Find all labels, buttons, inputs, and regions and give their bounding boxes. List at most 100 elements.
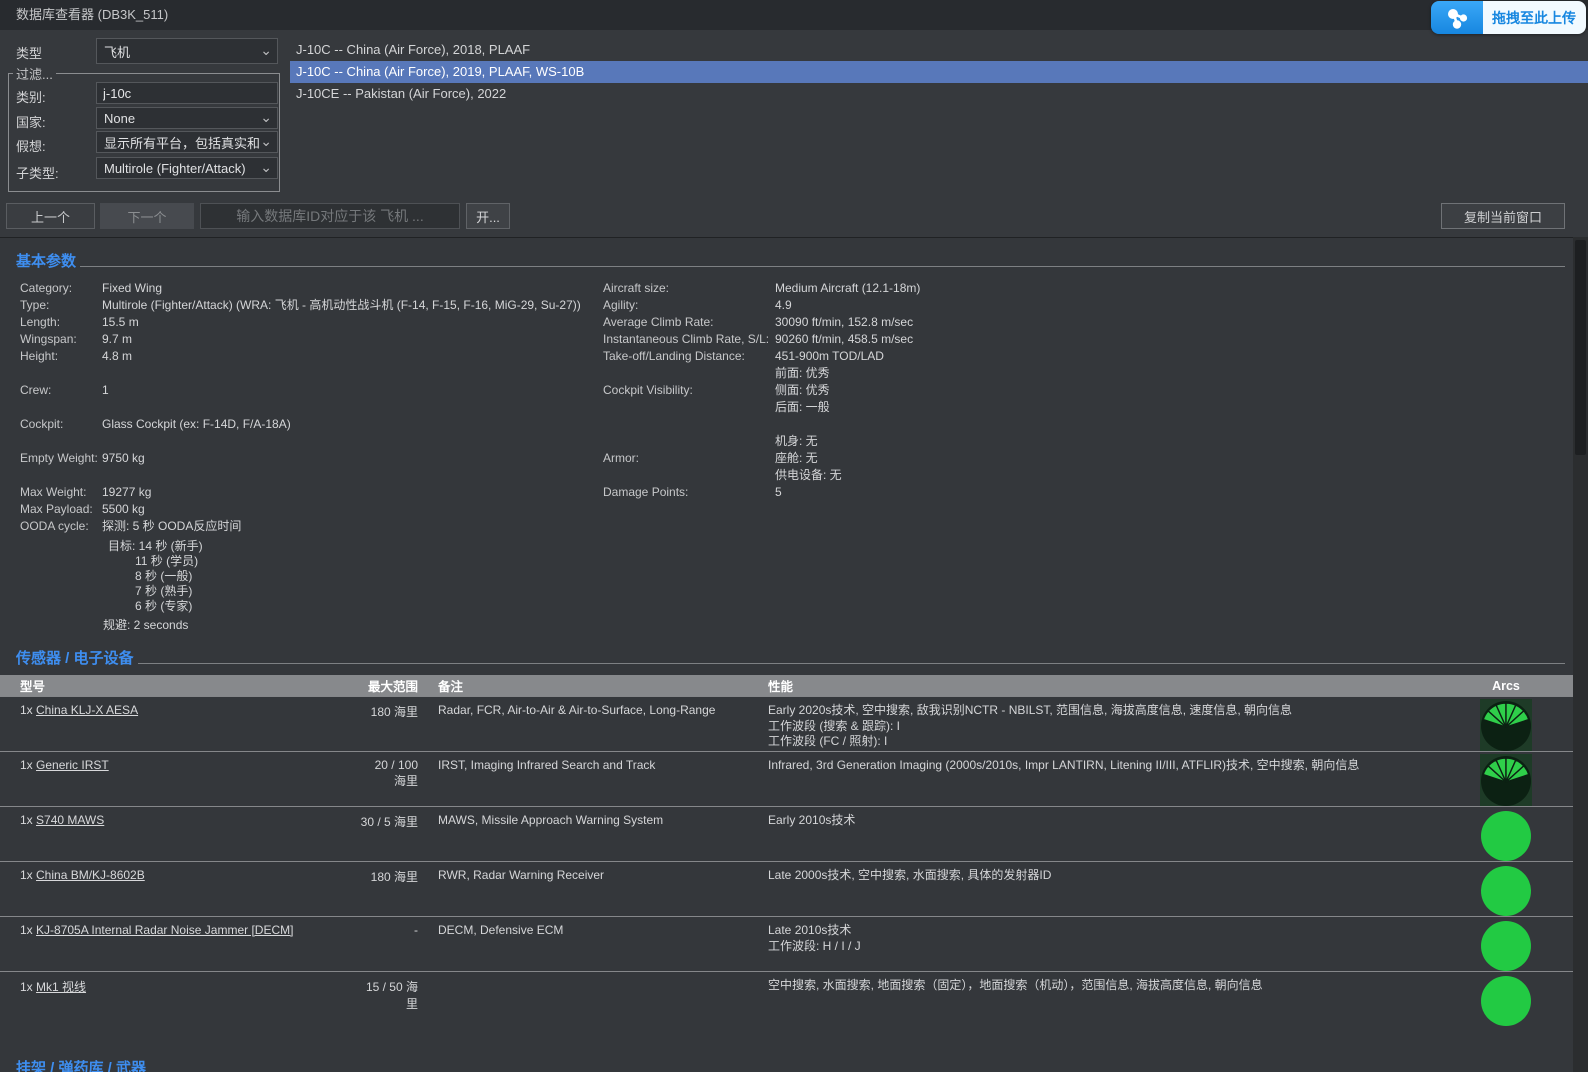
sensor-performance-cell: Early 2020s技术, 空中搜索, 敌我识别NCTR - NBILST, …	[768, 697, 1453, 751]
param-row: Agility:4.9	[603, 297, 920, 314]
open-button[interactable]: 开...	[466, 203, 510, 229]
sensor-model-link[interactable]: KJ-8705A Internal Radar Noise Jammer [DE…	[36, 923, 293, 937]
sensor-range-cell: 15 / 50 海里	[360, 972, 418, 1033]
sensor-performance-cell: Late 2000s技术, 空中搜索, 水面搜索, 具体的发射器ID	[768, 862, 1453, 916]
sensor-arc-full-icon	[1481, 976, 1531, 1026]
param-value: 15.5 m	[102, 314, 139, 331]
chevron-down-icon: ⌄	[260, 110, 272, 124]
aircraft-list-item[interactable]: J-10CE -- Pakistan (Air Force), 2022	[290, 83, 1588, 105]
param-label: Instantaneous Climb Rate, S/L:	[603, 331, 775, 348]
weapons-title: 挂架 / 弹药库 / 武器	[16, 1059, 146, 1072]
param-row: Max Payload:5500 kg	[20, 501, 1573, 518]
param-value: 5500 kg	[102, 501, 145, 518]
scrollbar-thumb[interactable]	[1575, 240, 1586, 455]
sensor-range-cell: 30 / 5 海里	[360, 807, 418, 861]
type-dropdown[interactable]: 飞机 ⌄	[96, 38, 278, 64]
database-id-input[interactable]	[200, 203, 460, 229]
param-value: 30090 ft/min, 152.8 m/sec	[775, 314, 913, 331]
upload-dropzone-button[interactable]: 拖拽至此上传	[1431, 1, 1586, 34]
sensor-row: 1x KJ-8705A Internal Radar Noise Jammer …	[0, 916, 1573, 971]
sensors-section-heading: 传感器 / 电子设备	[16, 649, 1565, 669]
param-row: Average Climb Rate:30090 ft/min, 152.8 m…	[603, 314, 920, 331]
param-value: Multirole (Fighter/Attack) (WRA: 飞机 - 高机…	[102, 297, 581, 314]
param-label: Agility:	[603, 297, 775, 314]
param-value: 座舱: 无	[775, 450, 818, 467]
sensor-performance-cell: Late 2010s技术工作波段: H / I / J	[768, 917, 1453, 971]
category-input[interactable]	[96, 82, 278, 104]
country-dropdown[interactable]: None ⌄	[96, 107, 278, 129]
param-row: Aircraft size:Medium Aircraft (12.1-18m)	[603, 280, 920, 297]
sensor-note-cell	[418, 972, 768, 1033]
previous-button[interactable]: 上一个	[6, 203, 95, 229]
param-value: 供电设备: 无	[775, 467, 842, 484]
sensor-row: 1x China KLJ-X AESA180 海里Radar, FCR, Air…	[0, 696, 1573, 751]
param-label: Height:	[20, 348, 102, 365]
next-button[interactable]: 下一个	[100, 203, 194, 229]
param-value: 4.9	[775, 297, 792, 314]
sensor-qty: 1x	[20, 703, 36, 717]
country-label: 国家:	[16, 112, 46, 131]
param-label	[603, 365, 775, 382]
sensor-performance-cell: Early 2010s技术	[768, 807, 1453, 861]
param-row: 机身: 无	[603, 433, 920, 450]
aircraft-list-item[interactable]: J-10C -- China (Air Force), 2019, PLAAF,…	[290, 61, 1588, 83]
sensor-arc-cell	[1453, 807, 1573, 861]
ooda-target-line: 目标: 14 秒 (新手)	[108, 539, 1573, 554]
sensor-range-cell: -	[360, 917, 418, 971]
sensor-note-cell: DECM, Defensive ECM	[418, 917, 768, 971]
sensor-performance-line: 空中搜索, 水面搜索, 地面搜索（固定），地面搜索（机动），范围信息, 海拔高度…	[768, 978, 1453, 994]
col-header-performance: 性能	[768, 676, 1453, 695]
aircraft-list-item[interactable]: J-10C -- China (Air Force), 2018, PLAAF	[290, 39, 1588, 61]
copy-current-window-button[interactable]: 复制当前窗口	[1441, 203, 1565, 229]
filter-group-label: 过滤...	[13, 64, 56, 83]
col-header-note: 备注	[418, 676, 768, 695]
sensor-arc-full-icon	[1481, 866, 1531, 916]
title-bar: 数据库查看器 (DB3K_511)	[0, 0, 1588, 30]
sensor-arc-cell	[1453, 862, 1573, 916]
sensor-model-link[interactable]: China BM/KJ-8602B	[36, 868, 145, 882]
type-label: 类型	[16, 43, 42, 62]
sensor-qty: 1x	[20, 980, 36, 994]
param-label: Take-off/Landing Distance:	[603, 348, 775, 365]
sensor-row: 1x Generic IRST20 / 100 海里IRST, Imaging …	[0, 751, 1573, 806]
sensor-row: 1x China BM/KJ-8602B180 海里RWR, Radar War…	[0, 861, 1573, 916]
section-divider	[80, 266, 1565, 267]
vertical-scrollbar[interactable]	[1573, 237, 1588, 1072]
basic-params-right-column: Aircraft size:Medium Aircraft (12.1-18m)…	[603, 280, 920, 501]
sensor-model-link[interactable]: S740 MAWS	[36, 813, 104, 827]
param-label: Empty Weight:	[20, 450, 102, 467]
sensor-model-link[interactable]: Mk1 视线	[36, 980, 86, 994]
hypothetical-dropdown[interactable]: 显示所有平台，包括真实和 ⌄	[96, 131, 278, 153]
netdisk-share-icon	[1431, 1, 1483, 34]
sensor-performance-line: Early 2010s技术	[768, 813, 1453, 829]
param-label: Wingspan:	[20, 331, 102, 348]
param-label: Crew:	[20, 382, 102, 399]
sensor-arc-fan-icon	[1480, 754, 1532, 806]
param-label: Aircraft size:	[603, 280, 775, 297]
sensor-performance-line: 工作波段 (搜索 & 跟踪): I	[768, 719, 1453, 735]
chevron-down-icon: ⌄	[260, 134, 272, 148]
sensor-model-link[interactable]: China KLJ-X AESA	[36, 703, 138, 717]
param-value: 前面: 优秀	[775, 365, 830, 382]
ooda-target-line: 8 秒 (一般)	[135, 569, 1573, 584]
section-divider	[138, 663, 1565, 664]
param-row: Take-off/Landing Distance:451-900m TOD/L…	[603, 348, 920, 365]
sensor-performance-cell: Infrared, 3rd Generation Imaging (2000s/…	[768, 752, 1453, 806]
sensor-performance-line: Infrared, 3rd Generation Imaging (2000s/…	[768, 758, 1453, 774]
param-label: Length:	[20, 314, 102, 331]
param-value: 90260 ft/min, 458.5 m/sec	[775, 331, 913, 348]
param-label: Category:	[20, 280, 102, 297]
sensor-note-cell: Radar, FCR, Air-to-Air & Air-to-Surface,…	[418, 697, 768, 751]
param-label: Type:	[20, 297, 102, 314]
sensor-performance-line: Late 2000s技术, 空中搜索, 水面搜索, 具体的发射器ID	[768, 868, 1453, 884]
param-value: 机身: 无	[775, 433, 818, 450]
sensors-table-header: 型号 最大范围 备注 性能 Arcs	[0, 675, 1573, 696]
param-row: Armor:座舱: 无	[603, 450, 920, 467]
sensor-model-link[interactable]: Generic IRST	[36, 758, 109, 772]
param-value: Medium Aircraft (12.1-18m)	[775, 280, 920, 297]
sensor-arc-full-icon	[1481, 921, 1531, 971]
basic-params-section-heading: 基本参数	[16, 252, 1565, 272]
chevron-down-icon: ⌄	[260, 43, 272, 57]
param-label: Armor:	[603, 450, 775, 467]
subtype-dropdown[interactable]: Multirole (Fighter/Attack) ⌄	[96, 157, 278, 179]
